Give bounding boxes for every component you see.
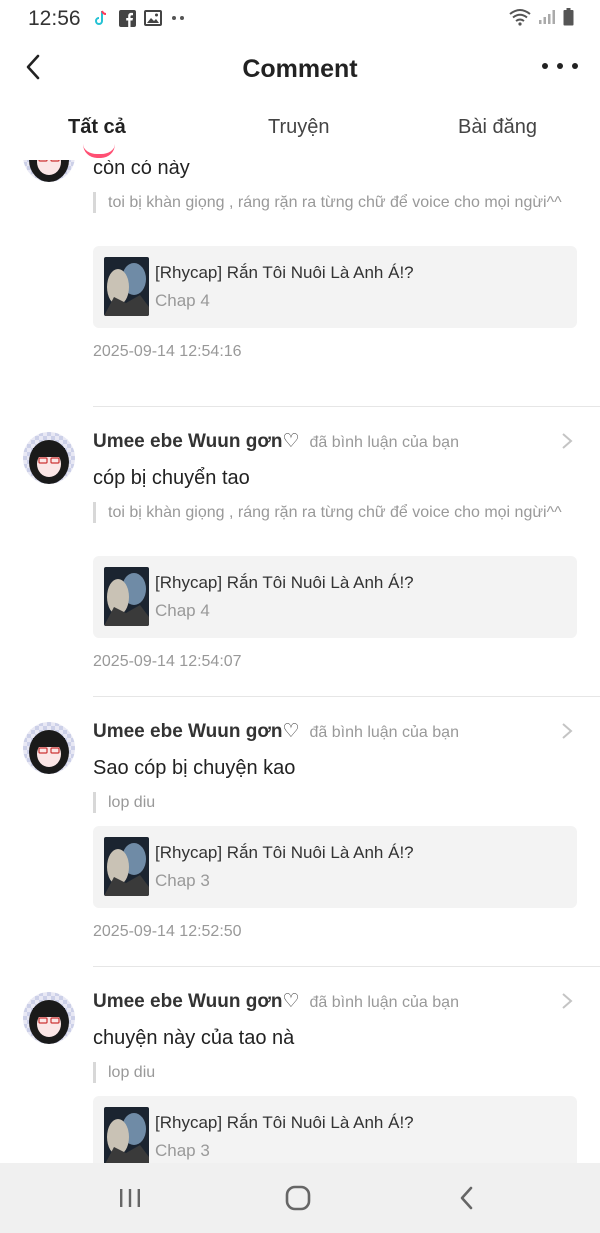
comment-header[interactable]: Umee ebe Wuun gơn♡ đã bình luận của bạn xyxy=(93,430,580,456)
status-notification-icons xyxy=(92,9,188,27)
recent-apps-icon xyxy=(120,1189,140,1207)
cover-image xyxy=(104,567,149,626)
work-title: [Rhycap] Rắn Tôi Nuôi Là Anh Á!? xyxy=(155,843,414,862)
chapter-label: Chap 3 xyxy=(155,871,210,890)
chevron-right-icon[interactable] xyxy=(560,992,574,1010)
recent-apps-button[interactable] xyxy=(110,1180,150,1216)
avatar[interactable] xyxy=(23,160,75,182)
avatar[interactable] xyxy=(23,992,75,1044)
back-icon xyxy=(460,1186,473,1210)
tab-stories[interactable]: Truyện xyxy=(268,116,330,139)
chapter-label: Chap 4 xyxy=(155,291,210,310)
more-dots-icon xyxy=(170,9,188,27)
comment-text: chuyện này của tao nà xyxy=(93,1027,295,1049)
quoted-comment: lop diu xyxy=(93,792,563,813)
home-icon xyxy=(285,1185,311,1211)
list-item[interactable]: Umee ebe Wuun gơn♡ đã bình luận của bạn S… xyxy=(0,720,600,990)
cover-image xyxy=(104,1107,149,1163)
comment-header[interactable]: Umee ebe Wuun gơn♡ đã bình luận của bạn xyxy=(93,990,580,1016)
status-bar: 12:56 xyxy=(0,0,600,38)
comment-screen: 12:56 Comment Tất cả Truyện Bài đăng còn… xyxy=(0,0,600,1163)
active-tab-indicator xyxy=(83,144,115,158)
divider xyxy=(93,966,600,967)
action-text: đã bình luận của bạn xyxy=(309,434,459,451)
chapter-label: Chap 3 xyxy=(155,1141,210,1160)
battery-icon xyxy=(562,8,574,26)
work-title: [Rhycap] Rắn Tôi Nuôi Là Anh Á!? xyxy=(155,1113,414,1132)
tab-all[interactable]: Tất cả xyxy=(68,116,126,139)
user-name[interactable]: Umee ebe Wuun gơn♡ xyxy=(93,991,300,1012)
divider xyxy=(93,696,600,697)
quoted-comment: toi bị khàn giọng , ráng rặn ra từng chữ… xyxy=(93,502,563,523)
user-name[interactable]: Umee ebe Wuun gơn♡ xyxy=(93,431,300,452)
tab-posts[interactable]: Bài đăng xyxy=(458,116,537,139)
facebook-icon xyxy=(118,9,136,27)
chevron-right-icon[interactable] xyxy=(560,722,574,740)
status-time: 12:56 xyxy=(28,7,81,30)
work-card[interactable]: [Rhycap] Rắn Tôi Nuôi Là Anh Á!? Chap 3 xyxy=(93,826,577,908)
list-item[interactable]: còn có này toi bị khàn giọng , ráng rặn … xyxy=(0,160,600,407)
work-card[interactable]: [Rhycap] Rắn Tôi Nuôi Là Anh Á!? Chap 3 xyxy=(93,1096,577,1163)
comment-text: còn có này xyxy=(93,160,190,179)
chevron-right-icon[interactable] xyxy=(560,432,574,450)
system-back-button[interactable] xyxy=(446,1180,486,1216)
comment-text: Sao cóp bị chuyện kao xyxy=(93,757,296,779)
home-button[interactable] xyxy=(278,1180,318,1216)
avatar[interactable] xyxy=(23,722,75,774)
tiktok-icon xyxy=(92,9,110,27)
comment-list[interactable]: còn có này toi bị khàn giọng , ráng rặn … xyxy=(0,160,600,1163)
comment-timestamp: 2025-09-14 12:52:50 xyxy=(93,923,242,940)
action-text: đã bình luận của bạn xyxy=(309,994,459,1011)
cover-image xyxy=(104,837,149,896)
chapter-label: Chap 4 xyxy=(155,601,210,620)
avatar[interactable] xyxy=(23,432,75,484)
page-title: Comment xyxy=(242,55,358,83)
action-text: đã bình luận của bạn xyxy=(309,724,459,741)
work-title: [Rhycap] Rắn Tôi Nuôi Là Anh Á!? xyxy=(155,573,414,592)
comment-text: cóp bị chuyển tao xyxy=(93,467,250,489)
signal-icon xyxy=(538,8,556,26)
system-navigation-bar xyxy=(0,1163,600,1233)
list-item[interactable]: Umee ebe Wuun gơn♡ đã bình luận của bạn c… xyxy=(0,990,600,1163)
filter-tabs: Tất cả Truyện Bài đăng xyxy=(0,104,600,160)
quoted-comment: lop diu xyxy=(93,1062,563,1083)
list-item[interactable]: Umee ebe Wuun gơn♡ đã bình luận của bạn c… xyxy=(0,430,600,720)
user-name[interactable]: Umee ebe Wuun gơn♡ xyxy=(93,721,300,742)
more-options-button[interactable] xyxy=(542,55,578,77)
wifi-icon xyxy=(508,8,532,26)
comment-header[interactable]: Umee ebe Wuun gơn♡ đã bình luận của bạn xyxy=(93,720,580,746)
more-horizontal-icon xyxy=(542,63,548,69)
top-app-bar: Comment xyxy=(0,38,600,102)
cover-image xyxy=(104,257,149,316)
comment-timestamp: 2025-09-14 12:54:16 xyxy=(93,343,242,360)
divider xyxy=(93,406,600,407)
quoted-comment: toi bị khàn giọng , ráng rặn ra từng chữ… xyxy=(93,192,563,213)
status-system-icons xyxy=(508,8,574,26)
work-card[interactable]: [Rhycap] Rắn Tôi Nuôi Là Anh Á!? Chap 4 xyxy=(93,246,577,328)
gallery-icon xyxy=(144,9,162,27)
work-title: [Rhycap] Rắn Tôi Nuôi Là Anh Á!? xyxy=(155,263,414,282)
work-card[interactable]: [Rhycap] Rắn Tôi Nuôi Là Anh Á!? Chap 4 xyxy=(93,556,577,638)
comment-timestamp: 2025-09-14 12:54:07 xyxy=(93,653,242,670)
